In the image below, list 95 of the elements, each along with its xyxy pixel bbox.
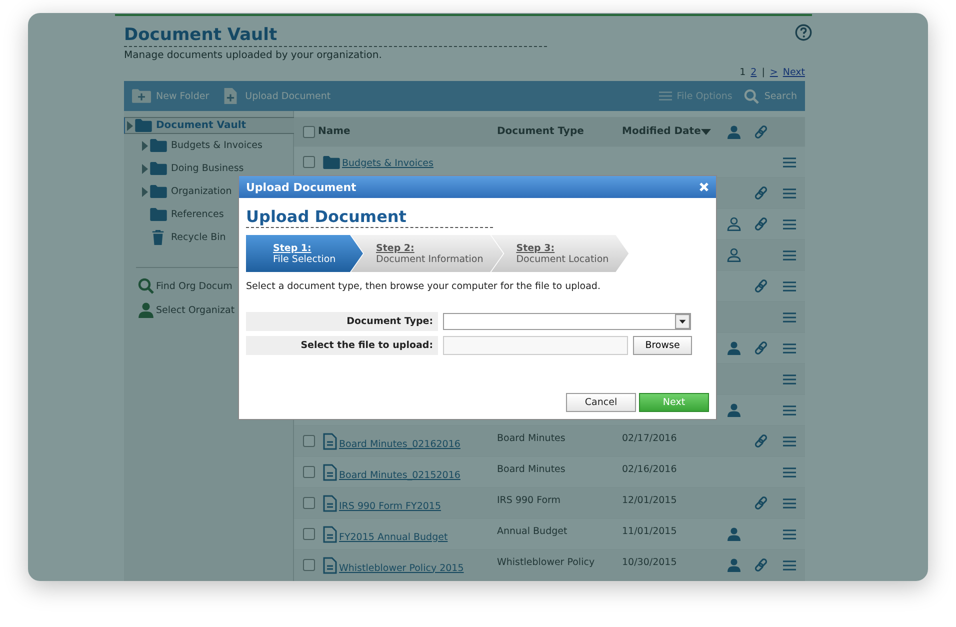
menu-icon (658, 91, 672, 101)
folder-icon (150, 208, 167, 221)
menu-icon[interactable] (783, 218, 796, 230)
link-icon[interactable] (754, 341, 768, 355)
menu-icon[interactable] (783, 280, 796, 292)
file-link[interactable]: Whistleblower Policy 2015 (339, 562, 464, 574)
menu-icon[interactable] (783, 528, 796, 540)
search-icon (744, 88, 760, 104)
person-icon (138, 302, 154, 318)
browse-button[interactable]: Browse (633, 336, 692, 355)
cancel-button[interactable]: Cancel (566, 393, 636, 412)
folder-icon (150, 139, 167, 152)
expand-arrow-icon (142, 186, 148, 196)
help-icon[interactable] (795, 24, 812, 41)
table-cell-text: 12/01/2015 (622, 494, 678, 506)
toolbar-button[interactable]: New Folder (132, 88, 210, 104)
checkbox[interactable] (303, 559, 315, 571)
table-cell-text: Whistleblower Policy (497, 556, 596, 568)
field-label: Select the file to upload: (246, 336, 438, 355)
wizard-step[interactable]: Step 2: Document Information (351, 235, 504, 272)
wizard-step[interactable]: Step 1: File Selection (246, 235, 363, 272)
dialog-heading: Upload Document (246, 207, 493, 228)
table-cell-text: Annual Budget (497, 526, 568, 536)
file-link[interactable]: FY2015 Annual Budget (339, 532, 448, 542)
close-icon[interactable] (699, 182, 709, 192)
page-title: Document Vault (124, 24, 547, 47)
link-icon[interactable] (754, 217, 768, 231)
expand-arrow-icon (142, 164, 148, 174)
file-link[interactable]: Board Minutes_02162016 (339, 438, 460, 450)
document-icon (323, 464, 337, 480)
checkbox[interactable] (303, 497, 315, 509)
sidebar-item[interactable]: Doing Business (124, 157, 293, 180)
document-type-dropdown[interactable] (443, 313, 691, 330)
menu-icon[interactable] (783, 188, 796, 198)
table-cell-text: IRS 990 Form (497, 494, 562, 506)
file-link[interactable]: Budgets & Invoices (342, 158, 434, 168)
page-subtitle: Manage documents uploaded by your organization. (124, 50, 383, 61)
page-link[interactable]: 2 (750, 67, 757, 78)
separator: | (762, 67, 765, 78)
menu-icon[interactable] (783, 404, 796, 416)
field-label: Document Type: (246, 312, 438, 331)
sidebar-item[interactable]: Budgets & Invoices (124, 134, 293, 157)
folder-icon (150, 185, 167, 198)
toolbar-button[interactable]: Search (744, 88, 797, 104)
file-link[interactable]: Board Minutes_02152016 (339, 470, 460, 480)
file-path-field[interactable] (443, 336, 628, 355)
document-icon (323, 556, 337, 574)
next-arrow-link[interactable]: > (770, 67, 778, 78)
folder-icon (323, 156, 340, 168)
trash-icon (152, 230, 164, 245)
link-icon[interactable] (754, 279, 768, 293)
checkbox[interactable] (303, 435, 315, 447)
table-cell-text: 02/16/2016 (622, 464, 678, 474)
file-link[interactable]: IRS 990 Form FY2015 (339, 500, 441, 512)
table-cell-text: 02/17/2016 (622, 432, 678, 444)
checkbox[interactable] (303, 156, 315, 168)
search-icon (138, 278, 154, 294)
menu-icon[interactable] (783, 342, 796, 354)
wizard-step[interactable]: Step 3: Document Location (491, 235, 629, 272)
checkbox[interactable] (303, 466, 315, 478)
current-page: 1 (740, 67, 746, 78)
sort-down-icon (700, 128, 711, 134)
folder-icon (135, 119, 152, 132)
checkbox[interactable] (303, 126, 315, 138)
column-header[interactable]: Modified Date (622, 126, 720, 137)
menu-icon[interactable] (783, 156, 796, 168)
link-icon[interactable] (754, 558, 768, 572)
column-header[interactable]: Document Type (497, 126, 622, 137)
toolbar-button[interactable]: Upload Document (221, 88, 331, 104)
document-icon (323, 526, 337, 542)
menu-icon[interactable] (783, 466, 796, 478)
folder-plus-icon (132, 88, 151, 104)
instruction-text: Select a document type, then browse your computer for the file to upload. (246, 281, 602, 292)
menu-icon[interactable] (783, 436, 796, 446)
link-icon[interactable] (754, 496, 768, 510)
dialog-title: Upload Document (246, 180, 356, 194)
menu-icon[interactable] (783, 250, 796, 260)
menu-icon[interactable] (783, 560, 796, 570)
next-link[interactable]: Next (782, 67, 805, 78)
link-icon[interactable] (754, 186, 768, 200)
person-icon (726, 124, 740, 138)
table-cell-text: 11/01/2015 (622, 526, 678, 536)
table-cell-text: Board Minutes (497, 464, 566, 474)
menu-icon[interactable] (783, 498, 796, 508)
document-icon (323, 494, 337, 512)
menu-icon[interactable] (783, 312, 796, 322)
next-button[interactable]: Next (639, 393, 709, 412)
table-cell-text: 10/30/2015 (622, 556, 678, 568)
checkbox[interactable] (303, 528, 315, 540)
folder-icon (150, 162, 167, 175)
link-icon (754, 124, 768, 138)
menu-icon[interactable] (783, 374, 796, 384)
document-icon (323, 432, 337, 450)
link-icon[interactable] (754, 434, 768, 448)
table-cell-text: Board Minutes (497, 432, 566, 444)
